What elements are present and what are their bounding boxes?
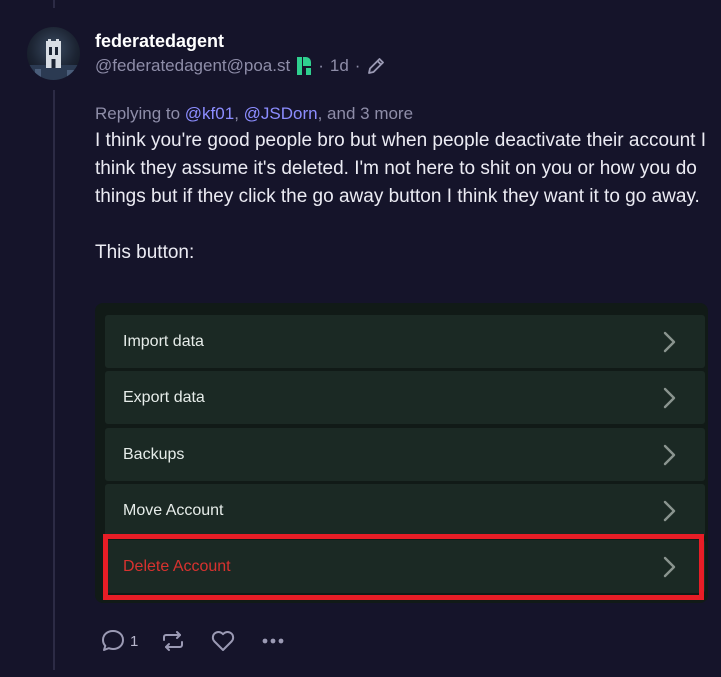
- menu-item-label: Backups: [123, 445, 185, 463]
- chevron-right-icon: [663, 500, 677, 522]
- more-button[interactable]: [260, 628, 286, 654]
- replying-suffix[interactable]: , and 3 more: [318, 104, 413, 123]
- mention-link-kf01[interactable]: @kf01: [185, 104, 234, 123]
- menu-item-move-account: Move Account: [105, 484, 705, 537]
- replying-to: Replying to @kf01, @JSDorn, and 3 more: [95, 103, 413, 125]
- post-body: I think you're good people bro but when …: [95, 127, 715, 267]
- mention-comma: ,: [234, 104, 239, 123]
- repost-icon: [160, 628, 186, 654]
- more-dots-icon: [260, 628, 286, 654]
- post-time[interactable]: 1d: [330, 55, 349, 77]
- post-meta: @federatedagent@poa.st · 1d ·: [95, 55, 711, 77]
- pleroma-logo-icon: [296, 57, 312, 75]
- chevron-right-icon: [663, 556, 677, 578]
- meta-separator: ·: [318, 56, 324, 75]
- menu-item-delete-account: Delete Account: [105, 540, 705, 593]
- chevron-right-icon: [663, 444, 677, 466]
- meta-separator-2: ·: [354, 56, 361, 75]
- thread-line-top: [53, 0, 55, 8]
- chevron-right-icon: [663, 331, 677, 353]
- post-paragraph: This button:: [95, 242, 195, 263]
- post-actions: 1: [100, 628, 286, 654]
- post-header: federatedagent @federatedagent@poa.st · …: [95, 30, 711, 77]
- chevron-right-icon: [663, 387, 677, 409]
- menu-item-label: Delete Account: [123, 557, 231, 575]
- menu-item-label: Export data: [123, 388, 205, 406]
- pencil-icon[interactable]: [366, 56, 386, 76]
- reply-count: 1: [130, 632, 139, 650]
- replying-prefix: Replying to: [95, 104, 181, 123]
- menu-item-label: Import data: [123, 332, 204, 350]
- like-button[interactable]: [210, 628, 236, 654]
- menu-item-export-data: Export data: [105, 371, 705, 424]
- menu-item-label: Move Account: [123, 501, 224, 519]
- embedded-screenshot[interactable]: Import data Export data Backups Move Acc…: [95, 303, 708, 603]
- thread-line: [53, 90, 55, 670]
- avatar[interactable]: [27, 27, 80, 80]
- user-handle[interactable]: @federatedagent@poa.st: [95, 55, 290, 77]
- reply-button[interactable]: 1: [100, 628, 138, 654]
- heart-icon: [210, 628, 236, 654]
- menu-item-backups: Backups: [105, 428, 705, 481]
- speech-bubble-icon: [100, 628, 126, 654]
- menu-item-import-data: Import data: [105, 315, 705, 368]
- post-paragraph: I think you're good people bro but when …: [95, 130, 706, 207]
- repost-button[interactable]: [160, 628, 186, 654]
- avatar-image: [27, 39, 80, 80]
- mention-link-jsdorn[interactable]: @JSDorn: [244, 104, 318, 123]
- display-name[interactable]: federatedagent: [95, 30, 711, 52]
